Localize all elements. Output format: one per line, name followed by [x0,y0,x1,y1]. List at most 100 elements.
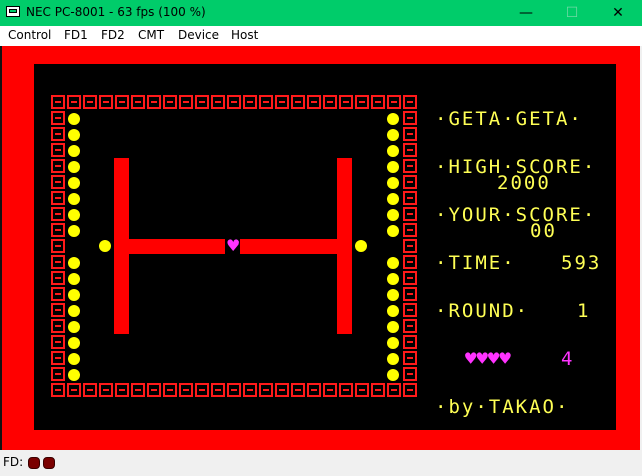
brick-tile [371,383,385,397]
yellow-dot [68,273,80,285]
yellow-dot [387,177,399,189]
yellow-dot [387,369,399,381]
brick-tile [67,95,81,109]
brick-tile [115,383,129,397]
brick-tile [83,383,97,397]
brick-tile [179,383,193,397]
yellow-dot [387,209,399,221]
brick-tile [179,95,193,109]
yellow-dot [387,257,399,269]
brick-tile [163,95,177,109]
brick-tile [403,207,417,221]
yellow-dot [387,337,399,349]
time-value: 593 [561,252,602,274]
menu-control[interactable]: Control [8,28,51,42]
brick-tile [259,95,273,109]
brick-tile [403,223,417,237]
brick-tile [403,239,417,253]
brick-tile [83,95,97,109]
round-label: ·ROUND· [435,300,530,322]
brick-tile [403,351,417,365]
yellow-dot [387,145,399,157]
emulator-screen[interactable]: ♥ ·GETA·GETA· ·HIGH·SCORE· 2000 ·YOUR·SC… [34,64,616,430]
brick-tile [323,95,337,109]
yellow-dot [68,289,80,301]
brick-tile [403,159,417,173]
yellow-dot [387,273,399,285]
brick-tile [291,383,305,397]
brick-tile [51,303,65,317]
brick-tile [307,95,321,109]
brick-tile [403,367,417,381]
brick-tile [355,383,369,397]
lives-value: 4 [561,348,575,370]
wall-right-horizontal [240,239,337,254]
brick-tile [403,271,417,285]
brick-tile [51,367,65,381]
yellow-dot [68,129,80,141]
menu-host[interactable]: Host [231,28,258,42]
yellow-dot [387,161,399,173]
yellow-dot [387,353,399,365]
yellow-dot [68,353,80,365]
menu-cmt[interactable]: CMT [138,28,164,42]
minimize-button[interactable]: — [504,0,548,26]
brick-tile [51,319,65,333]
yellow-dot [387,129,399,141]
brick-tile [51,335,65,349]
credit-text: ·by·TAKAO· [435,396,570,418]
brick-tile [403,95,417,109]
brick-tile [51,383,65,397]
brick-tile [51,191,65,205]
brick-tile [403,127,417,141]
close-button[interactable]: ✕ [596,0,640,26]
brick-tile [147,95,161,109]
brick-tile [403,175,417,189]
yellow-dot [68,225,80,237]
brick-tile [99,383,113,397]
maximize-button[interactable]: ☐ [550,0,594,26]
menu-bar: Control FD1 FD2 CMT Device Host [0,26,642,46]
brick-tile [131,383,145,397]
brick-tile [227,383,241,397]
brick-tile [323,383,337,397]
round-value: 1 [577,300,591,322]
menu-fd2[interactable]: FD2 [101,28,125,42]
brick-tile [403,319,417,333]
menu-device[interactable]: Device [178,28,219,42]
fd-status-label: FD: [3,455,24,469]
yellow-dot [387,321,399,333]
wall-left-horizontal [129,239,225,254]
brick-tile [163,383,177,397]
yellow-dot [68,193,80,205]
yellow-dot [68,257,80,269]
brick-tile [403,111,417,125]
brick-tile [339,95,353,109]
wall-left-vertical [114,158,129,334]
brick-tile [403,255,417,269]
brick-tile [403,287,417,301]
brick-tile [51,255,65,269]
brick-tile [51,175,65,189]
yellow-dot [68,321,80,333]
brick-tile [51,159,65,173]
yellow-dot [68,145,80,157]
brick-tile [275,95,289,109]
yellow-dot [68,209,80,221]
brick-tile [387,95,401,109]
brick-tile [51,223,65,237]
status-bar: FD: [0,450,642,476]
yellow-dot [387,289,399,301]
app-icon [6,6,20,17]
yellow-dot [68,305,80,317]
brick-tile [51,239,65,253]
yellow-dot [99,240,111,252]
fd1-led-icon [28,457,40,469]
brick-tile [227,95,241,109]
brick-tile [147,383,161,397]
brick-tile [99,95,113,109]
brick-tile [51,351,65,365]
brick-tile [243,95,257,109]
yellow-dot [387,225,399,237]
menu-fd1[interactable]: FD1 [64,28,88,42]
